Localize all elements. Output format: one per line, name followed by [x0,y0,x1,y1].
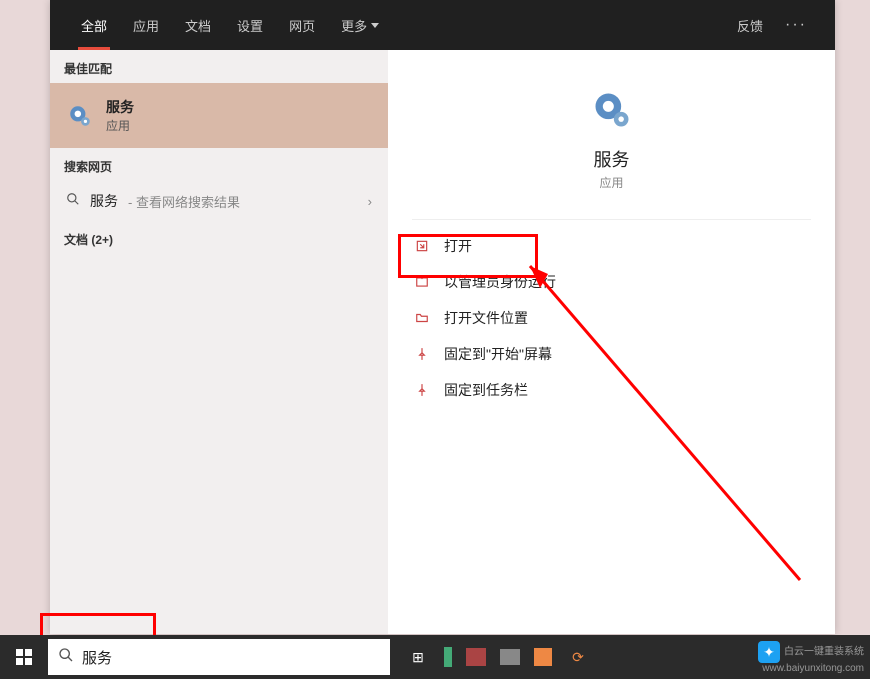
action-open-label: 打开 [444,236,472,256]
tab-documents[interactable]: 文档 [172,0,224,50]
chevron-down-icon [371,23,379,28]
more-options-icon[interactable]: ··· [775,16,817,34]
search-icon [58,647,74,668]
web-search-desc: - 查看网络搜索结果 [128,192,240,211]
action-run-as-admin-label: 以管理员身份运行 [444,272,556,292]
search-icon [66,192,80,211]
best-match-item[interactable]: 服务 应用 [50,83,388,148]
tab-more[interactable]: 更多 [328,0,392,50]
web-search-term: 服务 [90,191,118,211]
task-view-icon[interactable]: ⊞ [406,645,430,669]
action-pin-taskbar[interactable]: 固定到任务栏 [400,372,823,408]
taskbar-app-2[interactable] [466,648,486,666]
action-run-as-admin[interactable]: 以管理员身份运行 [400,264,823,300]
action-list: 打开 以管理员身份运行 打开文件位置 [388,228,835,408]
folder-icon [414,310,430,326]
tab-apps[interactable]: 应用 [120,0,172,50]
preview-title: 服务 [388,146,835,172]
tab-all[interactable]: 全部 [68,0,120,50]
action-open[interactable]: 打开 [400,228,823,264]
content-area: 最佳匹配 服务 应用 搜索网页 服务 - 查看网络搜索结果 › 文档 (2 [50,50,835,634]
tab-bar: 全部 应用 文档 设置 网页 更多 反馈 ··· [50,0,835,50]
admin-icon [414,274,430,290]
pin-taskbar-icon [414,382,430,398]
action-open-location-label: 打开文件位置 [444,308,528,328]
preview-subtitle: 应用 [388,174,835,191]
start-button[interactable] [0,635,48,679]
best-match-subtitle: 应用 [106,117,134,134]
open-icon [414,238,430,254]
divider [412,219,811,220]
preview-services-icon [588,86,636,134]
taskbar-app-1[interactable] [444,647,452,667]
action-pin-taskbar-label: 固定到任务栏 [444,380,528,400]
results-column: 最佳匹配 服务 应用 搜索网页 服务 - 查看网络搜索结果 › 文档 (2 [50,50,388,634]
documents-header[interactable]: 文档 (2+) [50,221,388,254]
search-input-text: 服务 [82,647,112,668]
best-match-title: 服务 [106,97,134,117]
tab-more-label: 更多 [341,16,367,35]
web-search-item[interactable]: 服务 - 查看网络搜索结果 › [50,181,388,221]
taskbar-app-4[interactable] [534,648,552,666]
tab-web[interactable]: 网页 [276,0,328,50]
preview-column: 服务 应用 打开 以管理员身份运行 [388,50,835,634]
pin-icon [414,346,430,362]
action-open-location[interactable]: 打开文件位置 [400,300,823,336]
best-match-header: 最佳匹配 [50,50,388,83]
preview-header: 服务 应用 [388,70,835,211]
feedback-link[interactable]: 反馈 [725,16,775,35]
taskbar-search-box[interactable]: 服务 [48,639,390,675]
action-pin-start-label: 固定到"开始"屏幕 [444,344,552,364]
taskbar-app-5[interactable]: ⟳ [566,645,590,669]
taskbar-icons: ⊞ ⟳ [406,645,590,669]
chevron-right-icon: › [368,194,372,209]
action-pin-start[interactable]: 固定到"开始"屏幕 [400,336,823,372]
taskbar: 服务 ⊞ ⟳ [0,635,870,679]
search-panel: 全部 应用 文档 设置 网页 更多 反馈 ··· 最佳匹配 服务 应用 搜索网页 [50,0,835,634]
tab-settings[interactable]: 设置 [224,0,276,50]
search-web-header: 搜索网页 [50,148,388,181]
services-icon [66,102,94,130]
taskbar-app-3[interactable] [500,649,520,665]
